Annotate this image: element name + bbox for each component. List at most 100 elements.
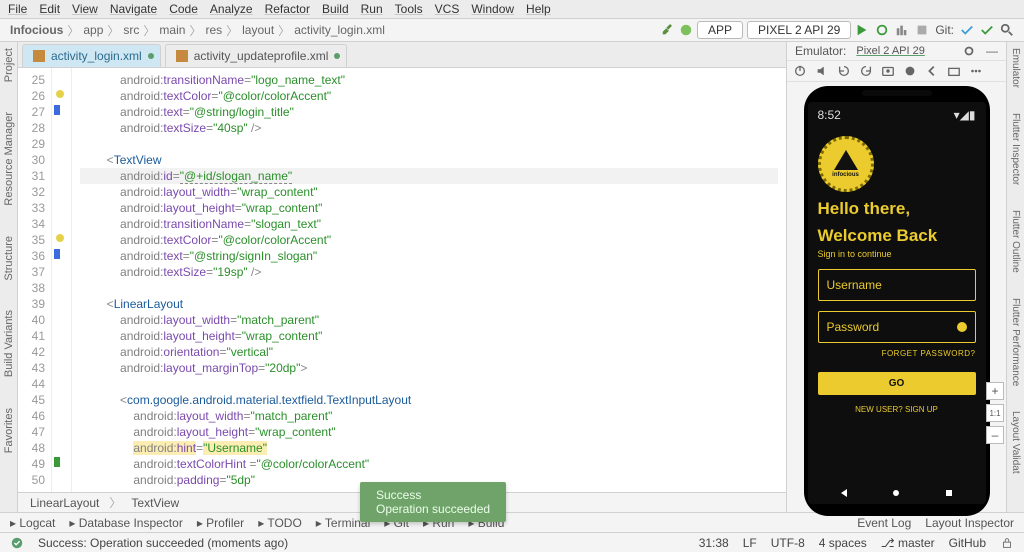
crumb-4[interactable]: res (205, 23, 222, 37)
minimize-icon[interactable]: — (986, 44, 998, 58)
nav-back-icon[interactable] (839, 488, 849, 498)
search-icon[interactable] (1000, 23, 1014, 37)
crumb-0[interactable]: Infocious (10, 23, 63, 37)
editor-tabs: activity_login.xmlactivity_updateprofile… (18, 42, 786, 68)
play-icon[interactable] (855, 23, 869, 37)
breadcrumb[interactable]: Infocious〉app〉src〉main〉res〉layout〉activi… (10, 22, 655, 39)
flutter-inspector-tool[interactable]: Flutter Inspector (1010, 113, 1021, 185)
camera-icon[interactable] (947, 64, 961, 78)
indent-setting[interactable]: 4 spaces (819, 536, 867, 550)
menu-edit[interactable]: Edit (39, 2, 60, 16)
username-field[interactable]: Username (818, 269, 976, 301)
device-screen[interactable]: 8:52 ▾◢▮ infocious Hello there, Welcome … (808, 102, 986, 504)
rotate-left-icon[interactable] (837, 64, 851, 78)
nav-recent-icon[interactable] (944, 488, 954, 498)
tab-activity_updateprofile.xml[interactable]: activity_updateprofile.xml (165, 44, 348, 67)
menu-tools[interactable]: Tools (395, 2, 423, 16)
flutter-outline-tool[interactable]: Flutter Outline (1010, 210, 1021, 273)
eye-icon[interactable] (957, 322, 967, 332)
logo-triangle-icon (834, 150, 858, 170)
device-select[interactable]: PIXEL 2 API 29 (747, 21, 851, 39)
editor-body[interactable]: 2526272829303132333435363738394041424344… (18, 68, 786, 492)
structure-tool[interactable]: Structure (3, 236, 15, 281)
crumb-5[interactable]: layout (242, 23, 274, 37)
menu-run[interactable]: Run (361, 2, 383, 16)
favorites-tool[interactable]: Favorites (3, 408, 15, 453)
app-logo: infocious (818, 136, 874, 192)
profiler-icon[interactable] (895, 23, 909, 37)
hammer-icon[interactable] (661, 23, 675, 37)
run-config-select[interactable]: APP (697, 21, 743, 39)
menu-file[interactable]: File (8, 2, 27, 16)
password-field[interactable]: Password (818, 311, 976, 343)
tool-database-inspector[interactable]: ▸ Database Inspector (69, 516, 182, 530)
file-encoding[interactable]: UTF-8 (771, 536, 805, 550)
status-bar: Success: Operation succeeded (moments ag… (0, 532, 1024, 552)
device-nav-keys (818, 480, 976, 498)
menu-analyze[interactable]: Analyze (210, 2, 253, 16)
app-logo-wrap: infocious (818, 136, 976, 192)
back-icon[interactable] (925, 64, 939, 78)
nav-home-icon[interactable] (891, 488, 901, 498)
menu-build[interactable]: Build (322, 2, 349, 16)
menu-navigate[interactable]: Navigate (110, 2, 157, 16)
line-separator[interactable]: LF (743, 536, 757, 550)
zoom-fit-button[interactable]: 1:1 (986, 404, 1004, 422)
success-toast: Success Operation succeeded (360, 482, 506, 522)
layout-validation-tool[interactable]: Layout Validat (1010, 411, 1021, 474)
tool-todo[interactable]: ▸ TODO (258, 516, 302, 530)
emulator-tool[interactable]: Emulator (1010, 48, 1021, 88)
toolbar-icon-group: Git: (875, 23, 1014, 37)
power-icon[interactable] (793, 64, 807, 78)
tool-logcat[interactable]: ▸ Logcat (10, 516, 55, 530)
menu-vcs[interactable]: VCS (435, 2, 460, 16)
menu-code[interactable]: Code (169, 2, 198, 16)
zoom-in-button[interactable]: + (986, 382, 1004, 400)
android-icon (679, 23, 693, 37)
right-tool-strip: Emulator Flutter Inspector Flutter Outli… (1006, 42, 1024, 512)
device-frame-wrap: 8:52 ▾◢▮ infocious Hello there, Welcome … (787, 82, 1006, 520)
crumb-1[interactable]: app (83, 23, 103, 37)
project-tool[interactable]: Project (3, 48, 15, 82)
github-link[interactable]: GitHub (949, 536, 986, 550)
tool-profiler[interactable]: ▸ Profiler (197, 516, 244, 530)
crumb-2[interactable]: src (123, 23, 139, 37)
menu-refactor[interactable]: Refactor (265, 2, 310, 16)
git-commit-icon[interactable] (980, 23, 994, 37)
more-icon[interactable] (969, 64, 983, 78)
device-frame: 8:52 ▾◢▮ infocious Hello there, Welcome … (804, 86, 990, 516)
status-message: Success: Operation succeeded (moments ag… (38, 536, 288, 550)
gutter-markers (52, 68, 72, 492)
menu-help[interactable]: Help (526, 2, 551, 16)
crumb-6[interactable]: activity_login.xml (294, 23, 385, 37)
rotate-right-icon[interactable] (859, 64, 873, 78)
emulator-device-link[interactable]: Pixel 2 API 29 (856, 45, 925, 57)
lock-icon[interactable] (1000, 536, 1014, 550)
tab-activity_login.xml[interactable]: activity_login.xml (22, 44, 161, 67)
emulator-panel: Emulator: Pixel 2 API 29 — 8:52 (786, 42, 1006, 512)
go-button[interactable]: GO (818, 372, 976, 395)
stop-icon[interactable] (915, 23, 929, 37)
username-hint: Username (827, 278, 882, 292)
device-notch (862, 90, 932, 96)
gear-icon[interactable] (962, 44, 976, 58)
toast-message: Operation succeeded (376, 502, 490, 516)
git-branch[interactable]: ⎇ master (881, 536, 935, 550)
record-icon[interactable] (903, 64, 917, 78)
flutter-performance-tool[interactable]: Flutter Performance (1010, 298, 1021, 386)
zoom-out-button[interactable]: – (986, 426, 1004, 444)
screenshot-icon[interactable] (881, 64, 895, 78)
debug-icon[interactable] (875, 23, 889, 37)
volume-icon[interactable] (815, 64, 829, 78)
crumb-3[interactable]: main (159, 23, 185, 37)
signup-link[interactable]: NEW USER? SIGN UP (818, 405, 976, 414)
device-time: 8:52 (818, 108, 841, 122)
code-content[interactable]: android:transitionName="logo_name_text" … (72, 68, 786, 492)
build-variants-tool[interactable]: Build Variants (3, 310, 15, 377)
resource-manager-tool[interactable]: Resource Manager (3, 112, 15, 206)
git-check-icon[interactable] (960, 23, 974, 37)
forgot-password-link[interactable]: FORGET PASSWORD? (818, 349, 976, 358)
caret-position[interactable]: 31:38 (699, 536, 729, 550)
menu-view[interactable]: View (72, 2, 98, 16)
menu-window[interactable]: Window (471, 2, 514, 16)
